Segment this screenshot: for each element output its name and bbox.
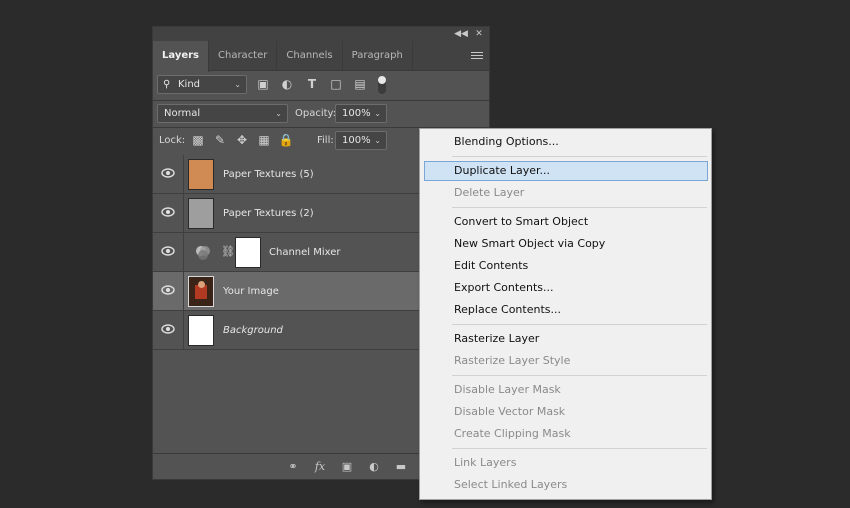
menu-item-edit-contents[interactable]: Edit Contents: [424, 256, 708, 276]
menu-item-disable-layer-mask[interactable]: Disable Layer Mask: [424, 380, 708, 400]
filter-kind-select[interactable]: ⚲ Kind ⌄: [157, 75, 247, 94]
menu-item-blending-options[interactable]: Blending Options...: [424, 132, 708, 152]
menu-item-rasterize-layer-style[interactable]: Rasterize Layer Style: [424, 351, 708, 371]
layer-name: Background: [223, 325, 283, 336]
lock-transparent-pixels-icon[interactable]: ▩: [189, 131, 207, 150]
lock-label: Lock:: [159, 135, 186, 146]
layer-thumbnail: [188, 159, 214, 190]
fx-icon[interactable]: fx: [311, 459, 329, 475]
filter-row: ⚲ Kind ⌄ ▣ ◐ T □ ▤: [153, 75, 489, 95]
lock-image-pixels-icon[interactable]: ✎: [211, 131, 229, 150]
tab-channels[interactable]: Channels: [277, 41, 343, 70]
collapse-icon[interactable]: ◀◀: [453, 27, 469, 41]
adjustment-icon[interactable]: ◐: [365, 459, 383, 475]
fill-label: Fill:: [317, 135, 334, 146]
lock-position-icon[interactable]: ✥: [233, 131, 251, 150]
blend-mode-select[interactable]: Normal ⌄: [157, 104, 288, 123]
chevron-down-icon: ⌄: [275, 109, 282, 118]
link-icon[interactable]: ⛓: [221, 245, 235, 258]
menu-item-convert-smart-object[interactable]: Convert to Smart Object: [424, 212, 708, 232]
lock-artboard-icon[interactable]: ▦: [255, 131, 273, 150]
tab-layers[interactable]: Layers: [153, 41, 209, 72]
fill-input[interactable]: 100% ⌄: [335, 131, 387, 150]
panel-titlebar: ◀◀ ✕: [153, 27, 489, 41]
opacity-label: Opacity:: [295, 108, 337, 119]
eye-icon[interactable]: [161, 285, 175, 295]
mask-icon[interactable]: ▣: [338, 459, 356, 475]
panel-tabs: Layers Character Channels Paragraph: [153, 41, 489, 72]
eye-icon[interactable]: [161, 246, 175, 256]
fill-value: 100%: [342, 135, 371, 146]
menu-item-delete-layer[interactable]: Delete Layer: [424, 183, 708, 203]
layer-name: Paper Textures (5): [223, 169, 314, 180]
tab-character[interactable]: Character: [209, 41, 278, 70]
menu-item-select-linked-layers[interactable]: Select Linked Layers: [424, 475, 708, 495]
filter-kind-label: Kind: [178, 79, 201, 90]
menu-item-disable-vector-mask[interactable]: Disable Vector Mask: [424, 402, 708, 422]
adjustment-filter-icon[interactable]: ◐: [278, 75, 296, 94]
chevron-down-icon: ⌄: [234, 80, 241, 89]
close-icon[interactable]: ✕: [471, 27, 487, 41]
shape-filter-icon[interactable]: □: [327, 75, 345, 94]
type-filter-icon[interactable]: T: [303, 75, 321, 94]
layer-name: Paper Textures (2): [223, 208, 314, 219]
lock-all-icon[interactable]: 🔒: [277, 131, 295, 150]
pixel-filter-icon[interactable]: ▣: [254, 75, 272, 94]
eye-icon[interactable]: [161, 207, 175, 217]
opacity-value: 100%: [342, 108, 371, 119]
channel-mixer-adjustment-icon: [194, 244, 212, 266]
layer-thumbnail: [188, 315, 214, 346]
layer-context-menu: Blending Options... Duplicate Layer... D…: [419, 128, 712, 500]
layer-name: Your Image: [223, 286, 279, 297]
menu-item-create-clipping-mask[interactable]: Create Clipping Mask: [424, 424, 708, 444]
menu-item-rasterize-layer[interactable]: Rasterize Layer: [424, 329, 708, 349]
menu-item-export-contents[interactable]: Export Contents...: [424, 278, 708, 298]
chevron-down-icon: ⌄: [374, 109, 381, 118]
layer-name: Channel Mixer: [269, 247, 341, 258]
eye-icon[interactable]: [161, 324, 175, 334]
menu-item-duplicate-layer[interactable]: Duplicate Layer...: [424, 161, 708, 181]
blend-mode-value: Normal: [164, 108, 201, 119]
layer-mask-thumbnail[interactable]: [235, 237, 261, 268]
filter-toggle-icon[interactable]: [378, 76, 386, 94]
search-icon: ⚲: [163, 79, 171, 90]
menu-item-new-smart-object-via-copy[interactable]: New Smart Object via Copy: [424, 234, 708, 254]
menu-item-link-layers[interactable]: Link Layers: [424, 453, 708, 473]
chevron-down-icon: ⌄: [374, 136, 381, 145]
eye-icon[interactable]: [161, 168, 175, 178]
layer-thumbnail: [188, 198, 214, 229]
menu-item-replace-contents[interactable]: Replace Contents...: [424, 300, 708, 320]
blend-row: Normal ⌄ Opacity: 100% ⌄: [153, 104, 489, 124]
opacity-input[interactable]: 100% ⌄: [335, 104, 387, 123]
folder-icon[interactable]: ▬: [392, 459, 410, 475]
layer-thumbnail: [188, 276, 214, 307]
smart-object-filter-icon[interactable]: ▤: [351, 75, 369, 94]
link-icon[interactable]: ⚭: [284, 459, 302, 475]
tab-paragraph[interactable]: Paragraph: [343, 41, 413, 70]
hamburger-menu-icon[interactable]: [471, 50, 483, 62]
